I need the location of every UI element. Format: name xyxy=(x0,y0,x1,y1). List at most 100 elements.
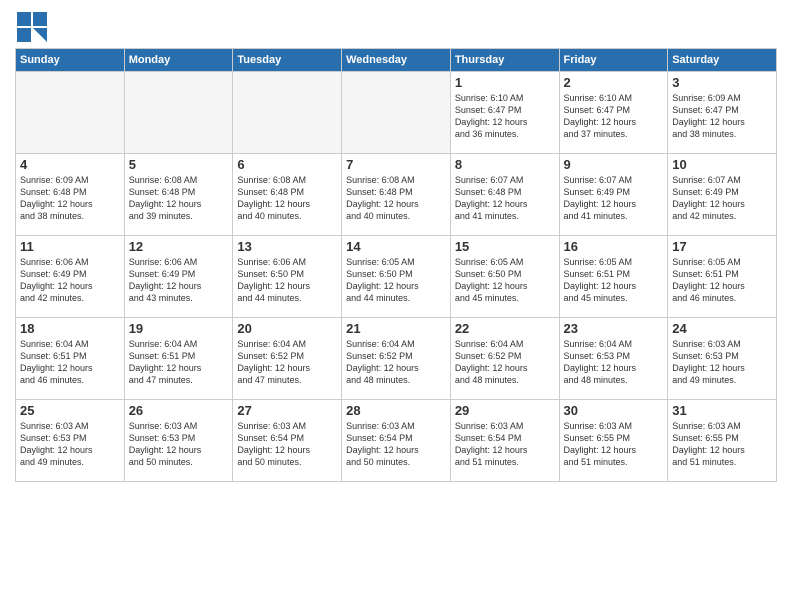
calendar-day-cell: 27Sunrise: 6:03 AM Sunset: 6:54 PM Dayli… xyxy=(233,400,342,482)
day-number: 29 xyxy=(455,403,555,418)
day-info: Sunrise: 6:09 AM Sunset: 6:48 PM Dayligh… xyxy=(20,174,120,223)
day-info: Sunrise: 6:04 AM Sunset: 6:51 PM Dayligh… xyxy=(129,338,229,387)
calendar-day-cell: 28 Sunrise: 6:03 AM Sunset: 6:54 PM Dayli… xyxy=(342,400,451,482)
calendar-day-header: Monday xyxy=(124,49,233,72)
day-info: Sunrise: 6:03 AM Sunset: 6:55 PM Dayligh… xyxy=(672,420,772,469)
day-number: 28 xyxy=(346,403,446,418)
calendar-day-cell: 26 Sunrise: 6:03 AM Sunset: 6:53 PM Dayli… xyxy=(124,400,233,482)
day-number: 5 xyxy=(129,157,229,172)
day-number: 24 xyxy=(672,321,772,336)
day-number: 22 xyxy=(455,321,555,336)
day-info: Sunrise: 6:09 AM Sunset: 6:47 PM Dayligh… xyxy=(672,92,772,141)
calendar-day-cell: 11 Sunrise: 6:06 AM Sunset: 6:49 PM Dayli… xyxy=(16,236,125,318)
calendar-week-row: 11 Sunrise: 6:06 AM Sunset: 6:49 PM Dayli… xyxy=(16,236,777,318)
day-info: Sunrise: 6:03 AM Sunset: 6:55 PM Dayligh… xyxy=(564,420,664,469)
day-number: 6 xyxy=(237,157,337,172)
day-number: 26 xyxy=(129,403,229,418)
day-info: Sunrise: 6:07 AM Sunset: 6:49 PM Dayligh… xyxy=(564,174,664,223)
calendar-day-cell xyxy=(233,72,342,154)
day-number: 7 xyxy=(346,157,446,172)
calendar-day-header: Friday xyxy=(559,49,668,72)
day-info: Sunrise: 6:03 AM Sunset: 6:53 PM Dayligh… xyxy=(129,420,229,469)
day-info: Sunrise: 6:08 AM Sunset: 6:48 PM Dayligh… xyxy=(237,174,337,223)
day-info: Sunrise: 6:08 AM Sunset: 6:48 PM Dayligh… xyxy=(346,174,446,223)
day-info: Sunrise: 6:06 AM Sunset: 6:49 PM Dayligh… xyxy=(129,256,229,305)
calendar-header-row: SundayMondayTuesdayWednesdayThursdayFrid… xyxy=(16,49,777,72)
calendar-day-cell: 31 Sunrise: 6:03 AM Sunset: 6:55 PM Dayli… xyxy=(668,400,777,482)
calendar-day-cell: 22 Sunrise: 6:04 AM Sunset: 6:52 PM Dayli… xyxy=(450,318,559,400)
day-info: Sunrise: 6:06 AM Sunset: 6:50 PM Dayligh… xyxy=(237,256,337,305)
day-number: 19 xyxy=(129,321,229,336)
calendar-day-header: Wednesday xyxy=(342,49,451,72)
day-info: Sunrise: 6:03 AM Sunset: 6:53 PM Dayligh… xyxy=(672,338,772,387)
calendar-day-cell: 18 Sunrise: 6:04 AM Sunset: 6:51 PM Dayli… xyxy=(16,318,125,400)
calendar-day-cell: 25Sunrise: 6:03 AM Sunset: 6:53 PM Dayli… xyxy=(16,400,125,482)
calendar-day-cell: 10Sunrise: 6:07 AM Sunset: 6:49 PM Dayli… xyxy=(668,154,777,236)
day-number: 23 xyxy=(564,321,664,336)
day-info: Sunrise: 6:05 AM Sunset: 6:51 PM Dayligh… xyxy=(672,256,772,305)
calendar-day-cell: 9 Sunrise: 6:07 AM Sunset: 6:49 PM Daylig… xyxy=(559,154,668,236)
day-info: Sunrise: 6:04 AM Sunset: 6:52 PM Dayligh… xyxy=(237,338,337,387)
calendar-day-cell: 14Sunrise: 6:05 AM Sunset: 6:50 PM Dayli… xyxy=(342,236,451,318)
calendar-week-row: 25 Sunrise: 6:03 AM Sunset: 6:53 PM Dayli… xyxy=(16,400,777,482)
calendar-day-cell: 21 Sunrise: 6:04 AM Sunset: 6:52 PM Dayli… xyxy=(342,318,451,400)
logo-icon xyxy=(15,10,45,40)
day-number: 18 xyxy=(20,321,120,336)
day-number: 17 xyxy=(672,239,772,254)
calendar-day-cell: 17 Sunrise: 6:05 AM Sunset: 6:51 PM Dayli… xyxy=(668,236,777,318)
day-number: 27 xyxy=(237,403,337,418)
day-info: Sunrise: 6:04 AM Sunset: 6:53 PM Dayligh… xyxy=(564,338,664,387)
calendar-day-cell: 20 Sunrise: 6:04 AM Sunset: 6:52 PM Dayli… xyxy=(233,318,342,400)
calendar-day-cell: 29Sunrise: 6:03 AM Sunset: 6:54 PM Dayli… xyxy=(450,400,559,482)
calendar-day-cell xyxy=(124,72,233,154)
calendar-page: SundayMondayTuesdayWednesdayThursdayFrid… xyxy=(0,0,792,612)
day-number: 11 xyxy=(20,239,120,254)
calendar-day-cell: 12 Sunrise: 6:06 AM Sunset: 6:49 PM Dayli… xyxy=(124,236,233,318)
calendar-day-cell: 6 Sunrise: 6:08 AM Sunset: 6:48 PM Daylig… xyxy=(233,154,342,236)
calendar-day-cell: 30 Sunrise: 6:03 AM Sunset: 6:55 PM Dayli… xyxy=(559,400,668,482)
day-info: Sunrise: 6:06 AM Sunset: 6:49 PM Dayligh… xyxy=(20,256,120,305)
day-number: 1 xyxy=(455,75,555,90)
day-number: 4 xyxy=(20,157,120,172)
day-info: Sunrise: 6:04 AM Sunset: 6:51 PM Dayligh… xyxy=(20,338,120,387)
calendar-day-cell xyxy=(16,72,125,154)
calendar-day-cell: 19 Sunrise: 6:04 AM Sunset: 6:51 PM Dayli… xyxy=(124,318,233,400)
day-info: Sunrise: 6:03 AM Sunset: 6:54 PM Dayligh… xyxy=(346,420,446,469)
day-info: Sunrise: 6:04 AM Sunset: 6:52 PM Dayligh… xyxy=(455,338,555,387)
day-info: Sunrise: 6:10 AM Sunset: 6:47 PM Dayligh… xyxy=(455,92,555,141)
calendar-week-row: 1 Sunrise: 6:10 AM Sunset: 6:47 PM Daylig… xyxy=(16,72,777,154)
day-number: 14 xyxy=(346,239,446,254)
day-number: 8 xyxy=(455,157,555,172)
calendar-day-header: Thursday xyxy=(450,49,559,72)
day-number: 16 xyxy=(564,239,664,254)
day-number: 2 xyxy=(564,75,664,90)
day-info: Sunrise: 6:08 AM Sunset: 6:48 PM Dayligh… xyxy=(129,174,229,223)
calendar-day-cell: 1 Sunrise: 6:10 AM Sunset: 6:47 PM Daylig… xyxy=(450,72,559,154)
day-info: Sunrise: 6:05 AM Sunset: 6:51 PM Dayligh… xyxy=(564,256,664,305)
day-number: 15 xyxy=(455,239,555,254)
calendar-day-cell: 3Sunrise: 6:09 AM Sunset: 6:47 PM Daylig… xyxy=(668,72,777,154)
day-number: 30 xyxy=(564,403,664,418)
day-number: 9 xyxy=(564,157,664,172)
calendar-day-cell: 24 Sunrise: 6:03 AM Sunset: 6:53 PM Dayli… xyxy=(668,318,777,400)
day-info: Sunrise: 6:04 AM Sunset: 6:52 PM Dayligh… xyxy=(346,338,446,387)
calendar-day-header: Tuesday xyxy=(233,49,342,72)
day-number: 12 xyxy=(129,239,229,254)
day-number: 31 xyxy=(672,403,772,418)
day-info: Sunrise: 6:05 AM Sunset: 6:50 PM Dayligh… xyxy=(455,256,555,305)
calendar-week-row: 4 Sunrise: 6:09 AM Sunset: 6:48 PM Daylig… xyxy=(16,154,777,236)
calendar-day-cell: 15 Sunrise: 6:05 AM Sunset: 6:50 PM Dayli… xyxy=(450,236,559,318)
day-info: Sunrise: 6:07 AM Sunset: 6:49 PM Dayligh… xyxy=(672,174,772,223)
calendar-day-header: Saturday xyxy=(668,49,777,72)
calendar-day-cell: 4 Sunrise: 6:09 AM Sunset: 6:48 PM Daylig… xyxy=(16,154,125,236)
calendar-day-cell: 16 Sunrise: 6:05 AM Sunset: 6:51 PM Dayli… xyxy=(559,236,668,318)
calendar-day-cell: 23 Sunrise: 6:04 AM Sunset: 6:53 PM Dayli… xyxy=(559,318,668,400)
calendar-week-row: 18 Sunrise: 6:04 AM Sunset: 6:51 PM Dayli… xyxy=(16,318,777,400)
day-number: 25 xyxy=(20,403,120,418)
calendar-day-cell xyxy=(342,72,451,154)
calendar-day-cell: 8 Sunrise: 6:07 AM Sunset: 6:48 PM Daylig… xyxy=(450,154,559,236)
header xyxy=(15,10,777,40)
day-number: 20 xyxy=(237,321,337,336)
day-info: Sunrise: 6:07 AM Sunset: 6:48 PM Dayligh… xyxy=(455,174,555,223)
day-number: 21 xyxy=(346,321,446,336)
